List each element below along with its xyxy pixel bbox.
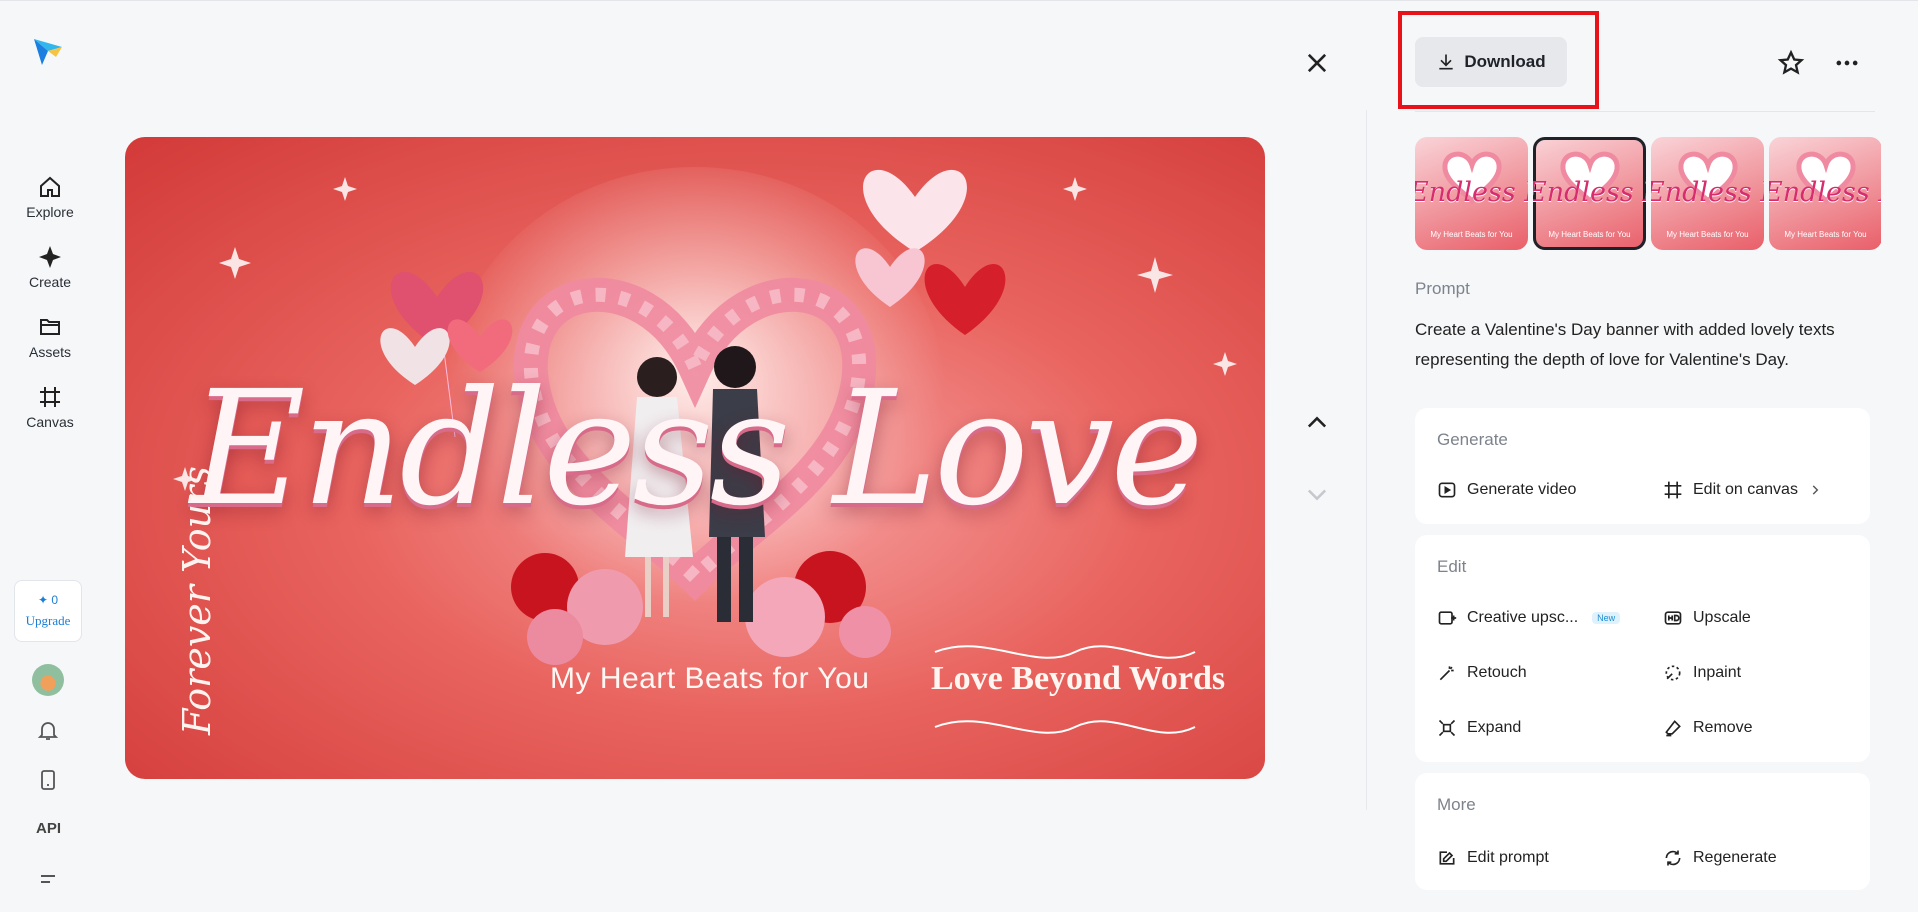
generate-video-label: Generate video bbox=[1467, 481, 1577, 498]
credit-value: 0 bbox=[51, 593, 59, 607]
folder-icon bbox=[40, 319, 60, 335]
sparkle-icon bbox=[39, 246, 61, 268]
header-divider bbox=[1415, 111, 1875, 112]
nav-assets-label: Assets bbox=[28, 344, 71, 360]
banner-subtitle: My Heart Beats for You bbox=[550, 662, 870, 695]
edit-card: Edit Creative upsc... New Upscale Retouc… bbox=[1415, 535, 1870, 762]
home-icon bbox=[40, 176, 60, 197]
upgrade-label: Upgrade bbox=[25, 613, 71, 628]
avatar[interactable] bbox=[32, 664, 64, 696]
bell-icon[interactable] bbox=[36, 718, 60, 742]
thumbnail-title: Endless Love bbox=[1651, 177, 1764, 208]
creative-upscale-label: Creative upsc... bbox=[1467, 609, 1579, 626]
edit-title: Edit bbox=[1437, 557, 1467, 576]
more-options-icon[interactable] bbox=[1833, 49, 1861, 77]
expand-icon bbox=[1438, 719, 1456, 737]
app-logo[interactable] bbox=[30, 33, 66, 69]
edit-prompt-button[interactable]: Edit prompt bbox=[1437, 848, 1549, 868]
thumbnail-subtitle: My Heart Beats for You bbox=[1548, 230, 1631, 239]
thumbnail-1[interactable]: Endless Love My Heart Beats for You bbox=[1415, 137, 1528, 250]
new-badge: New bbox=[1592, 612, 1621, 624]
upscale-button[interactable]: Upscale bbox=[1663, 608, 1751, 628]
remove-label: Remove bbox=[1693, 719, 1753, 736]
canvas-icon bbox=[40, 387, 60, 407]
nav-explore-label: Explore bbox=[26, 204, 74, 220]
thumbnail-subtitle: My Heart Beats for You bbox=[1666, 230, 1749, 239]
generate-card: Generate Generate video Edit on canvas bbox=[1415, 408, 1870, 524]
magic-wand-icon bbox=[1439, 666, 1454, 681]
credit-count: ✦ 0 bbox=[37, 593, 59, 607]
nav-canvas[interactable]: Canvas bbox=[0, 385, 100, 445]
nav-canvas-label: Canvas bbox=[26, 414, 74, 430]
retouch-button[interactable]: Retouch bbox=[1437, 663, 1527, 683]
video-icon bbox=[1438, 482, 1456, 498]
nav-assets[interactable]: Assets bbox=[0, 315, 100, 375]
download-button[interactable]: Download bbox=[1415, 37, 1567, 87]
refresh-icon bbox=[1665, 850, 1681, 866]
expand-button[interactable]: Expand bbox=[1437, 718, 1521, 738]
inpaint-button[interactable]: Inpaint bbox=[1663, 663, 1741, 683]
api-link[interactable]: API bbox=[36, 820, 61, 837]
hd-icon bbox=[1664, 611, 1682, 625]
thumbnail-title: Endless Love bbox=[1415, 177, 1528, 208]
left-sidebar: Explore Create Assets Canvas ✦ 0 Upgrade… bbox=[0, 0, 100, 912]
upscale-label: Upscale bbox=[1693, 609, 1751, 626]
top-border bbox=[0, 0, 1918, 1]
nav-create[interactable]: Create bbox=[0, 245, 100, 305]
thumbnail-subtitle: My Heart Beats for You bbox=[1430, 230, 1513, 239]
retouch-label: Retouch bbox=[1467, 664, 1527, 681]
inpaint-label: Inpaint bbox=[1693, 664, 1742, 681]
mobile-icon[interactable] bbox=[36, 768, 60, 792]
prompt-label: Prompt bbox=[1415, 279, 1470, 298]
remove-button[interactable]: Remove bbox=[1663, 718, 1753, 738]
star-icon[interactable] bbox=[1777, 49, 1805, 77]
edit-on-canvas-button[interactable]: Edit on canvas bbox=[1663, 480, 1822, 500]
close-icon[interactable] bbox=[1303, 49, 1331, 77]
credits-upgrade[interactable]: ✦ 0 Upgrade bbox=[14, 580, 82, 642]
nav-explore[interactable]: Explore bbox=[0, 175, 100, 235]
inpaint-icon bbox=[1665, 665, 1681, 681]
panel-divider bbox=[1366, 110, 1367, 810]
hd-plus-icon bbox=[1438, 611, 1457, 625]
download-label: Download bbox=[1464, 52, 1546, 71]
banner-tag-text: Love Beyond Words bbox=[931, 660, 1226, 697]
thumbnail-subtitle: My Heart Beats for You bbox=[1784, 230, 1867, 239]
thumbnail-title: Endless Love bbox=[1533, 177, 1646, 208]
generate-video-button[interactable]: Generate video bbox=[1437, 480, 1576, 500]
thumbnail-3[interactable]: Endless Love My Heart Beats for You bbox=[1651, 137, 1764, 250]
edit-prompt-icon bbox=[1439, 851, 1455, 865]
eraser-icon bbox=[1665, 720, 1681, 737]
expand-label: Expand bbox=[1467, 719, 1522, 736]
thumbnail-title: Endless Love bbox=[1769, 177, 1881, 208]
thumbnail-4[interactable]: Endless Love My Heart Beats for You bbox=[1769, 137, 1881, 250]
prompt-text: Create a Valentine's Day banner with add… bbox=[1415, 320, 1835, 369]
regenerate-label: Regenerate bbox=[1693, 849, 1777, 866]
edit-on-canvas-label: Edit on canvas bbox=[1693, 481, 1798, 498]
generated-image[interactable]: Endless Love My Heart Beats for You Fore… bbox=[125, 137, 1265, 779]
creative-upscale-button[interactable]: Creative upsc... New bbox=[1437, 608, 1621, 628]
canvas-icon bbox=[1664, 481, 1682, 499]
nav-create-label: Create bbox=[28, 274, 72, 290]
menu-icon[interactable] bbox=[36, 868, 60, 892]
edit-prompt-label: Edit prompt bbox=[1467, 849, 1549, 866]
thumbnail-strip: Endless Love My Heart Beats for You Endl… bbox=[1415, 137, 1881, 252]
more-card: More Edit prompt Regenerate bbox=[1415, 773, 1870, 890]
chevron-down-icon[interactable] bbox=[1303, 480, 1331, 508]
banner-title: Endless Love bbox=[190, 357, 1203, 541]
more-title: More bbox=[1437, 795, 1476, 814]
download-icon bbox=[1439, 54, 1454, 70]
generate-title: Generate bbox=[1437, 430, 1508, 449]
thumbnail-2-selected[interactable]: Endless Love My Heart Beats for You bbox=[1533, 137, 1646, 250]
regenerate-button[interactable]: Regenerate bbox=[1663, 848, 1777, 868]
banner-side-text: Forever Yours bbox=[175, 466, 219, 735]
chevron-up-icon[interactable] bbox=[1303, 409, 1331, 437]
chevron-right-icon bbox=[1812, 485, 1819, 495]
